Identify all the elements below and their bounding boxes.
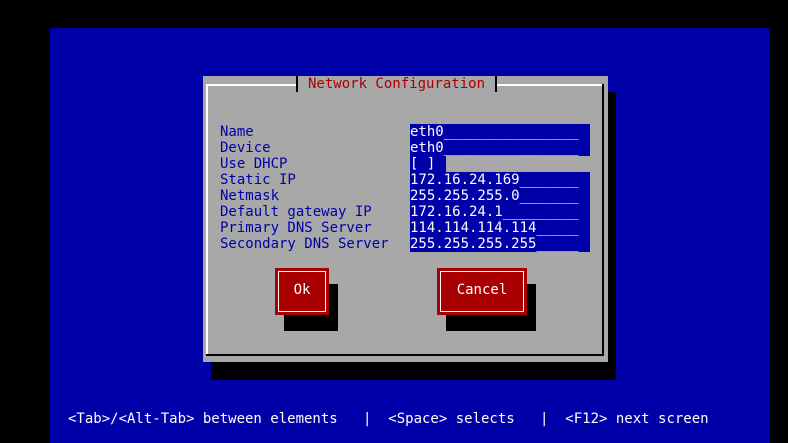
dialog-frame-right (602, 84, 604, 356)
dialog-frame-left (206, 84, 208, 356)
dialog-frame-bottom (206, 354, 604, 356)
cancel-button-label: Cancel (456, 282, 508, 298)
netmask-field[interactable]: 255.255.255.0_______ (410, 188, 590, 204)
label-device: Device (220, 140, 271, 156)
dialog-title: Network Configuration (296, 76, 498, 92)
label-secondary-dns: Secondary DNS Server (220, 236, 389, 252)
label-name: Name (220, 124, 254, 140)
dialog-shadow-bottom (211, 362, 616, 380)
label-use-dhcp: Use DHCP (220, 156, 288, 172)
use-dhcp-checkbox[interactable]: [ ] (410, 156, 446, 172)
label-static-ip: Static IP (220, 172, 296, 188)
label-default-gateway: Default gateway IP (220, 204, 372, 220)
label-netmask: Netmask (220, 188, 280, 204)
dialog-shadow (608, 92, 616, 380)
ok-button-label: Ok (293, 282, 311, 298)
static-ip-field[interactable]: 172.16.24.169_______ (410, 172, 590, 188)
device-field[interactable]: eth0________________ (410, 140, 590, 156)
default-gateway-field[interactable]: 172.16.24.1_________ (410, 204, 590, 220)
primary-dns-field[interactable]: 114.114.114.114_____ (410, 220, 590, 236)
secondary-dns-field[interactable]: 255.255.255.255_____ (410, 236, 590, 252)
status-bar-help: <Tab>/<Alt-Tab> between elements | <Spac… (68, 411, 709, 427)
label-primary-dns: Primary DNS Server (220, 220, 372, 236)
cancel-button[interactable]: Cancel (437, 268, 527, 315)
name-field[interactable]: eth0________________ (410, 124, 590, 140)
ok-button[interactable]: Ok (275, 268, 329, 315)
